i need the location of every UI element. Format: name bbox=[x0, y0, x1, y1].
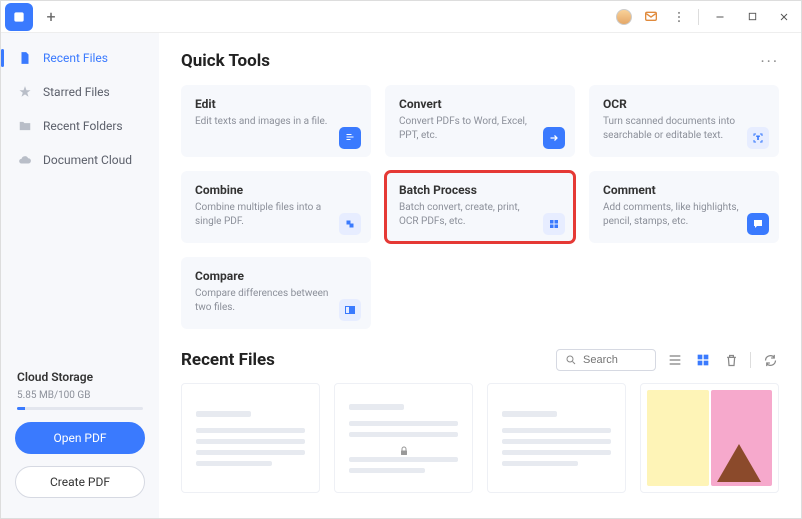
tool-title: Convert bbox=[399, 97, 561, 111]
avatar[interactable] bbox=[616, 9, 632, 25]
tool-ocr[interactable]: OCR Turn scanned documents into searchab… bbox=[589, 85, 779, 157]
svg-text:T: T bbox=[757, 136, 760, 142]
tab-strip: + bbox=[1, 1, 65, 32]
search-icon bbox=[565, 351, 577, 370]
create-pdf-button[interactable]: Create PDF bbox=[15, 466, 145, 498]
tool-title: Compare bbox=[195, 269, 357, 283]
sidebar-item-label: Recent Folders bbox=[43, 119, 123, 133]
sidebar-item-label: Recent Files bbox=[43, 51, 108, 65]
new-tab-button[interactable]: + bbox=[37, 3, 65, 31]
ocr-icon: T bbox=[747, 127, 769, 149]
titlebar-actions bbox=[616, 6, 795, 28]
recent-files-title: Recent Files bbox=[181, 350, 275, 370]
tool-title: Edit bbox=[195, 97, 357, 111]
tool-desc: Combine multiple files into a single PDF… bbox=[195, 201, 335, 228]
tool-title: Comment bbox=[603, 183, 765, 197]
comment-icon bbox=[747, 213, 769, 235]
sidebar-item-recent-folders[interactable]: Recent Folders bbox=[1, 109, 159, 143]
list-view-icon[interactable] bbox=[666, 351, 684, 369]
document-icon bbox=[17, 50, 33, 66]
tool-title: Batch Process bbox=[399, 183, 561, 197]
sidebar: Recent Files Starred Files Recent Folder… bbox=[1, 33, 159, 518]
minimize-button[interactable] bbox=[709, 6, 731, 28]
tool-desc: Edit texts and images in a file. bbox=[195, 115, 335, 129]
app-window: + Recent Files bbox=[0, 0, 802, 519]
tool-desc: Convert PDFs to Word, Excel, PPT, etc. bbox=[399, 115, 539, 142]
lock-icon bbox=[398, 442, 410, 454]
notifications-icon[interactable] bbox=[642, 8, 660, 26]
recent-files-grid bbox=[181, 383, 779, 493]
app-logo[interactable] bbox=[5, 3, 33, 31]
kebab-menu-icon[interactable] bbox=[670, 8, 688, 26]
grid-view-icon[interactable] bbox=[694, 351, 712, 369]
file-card-locked[interactable] bbox=[334, 383, 473, 493]
search-input[interactable] bbox=[583, 354, 647, 366]
sidebar-item-label: Document Cloud bbox=[43, 153, 132, 167]
close-button[interactable] bbox=[773, 6, 795, 28]
tool-desc: Batch convert, create, print, OCR PDFs, … bbox=[399, 201, 539, 228]
tool-comment[interactable]: Comment Add comments, like highlights, p… bbox=[589, 171, 779, 243]
app-body: Recent Files Starred Files Recent Folder… bbox=[1, 33, 801, 518]
cloud-icon bbox=[17, 152, 33, 168]
tool-convert[interactable]: Convert Convert PDFs to Word, Excel, PPT… bbox=[385, 85, 575, 157]
maximize-button[interactable] bbox=[741, 6, 763, 28]
tool-compare[interactable]: Compare Compare differences between two … bbox=[181, 257, 371, 329]
tool-desc: Compare differences between two files. bbox=[195, 287, 335, 314]
cloud-storage-panel: Cloud Storage 5.85 MB/100 GB bbox=[1, 370, 159, 416]
tool-desc: Add comments, like highlights, pencil, s… bbox=[603, 201, 743, 228]
titlebar: + bbox=[1, 1, 801, 33]
star-icon bbox=[17, 84, 33, 100]
refresh-icon[interactable] bbox=[761, 351, 779, 369]
tool-title: Combine bbox=[195, 183, 357, 197]
folder-icon bbox=[17, 118, 33, 134]
edit-icon bbox=[339, 127, 361, 149]
tool-desc: Turn scanned documents into searchable o… bbox=[603, 115, 743, 142]
sidebar-item-label: Starred Files bbox=[43, 85, 110, 99]
file-card[interactable] bbox=[487, 383, 626, 493]
sidebar-item-recent-files[interactable]: Recent Files bbox=[1, 41, 159, 75]
combine-icon bbox=[339, 213, 361, 235]
search-box[interactable] bbox=[556, 349, 656, 371]
convert-icon bbox=[543, 127, 565, 149]
open-pdf-button[interactable]: Open PDF bbox=[15, 422, 145, 454]
compare-icon bbox=[339, 299, 361, 321]
quick-tools-more-icon[interactable]: ··· bbox=[760, 52, 779, 71]
delete-icon[interactable] bbox=[722, 351, 740, 369]
tool-edit[interactable]: Edit Edit texts and images in a file. bbox=[181, 85, 371, 157]
storage-bar bbox=[17, 407, 143, 410]
file-card-thumbnail[interactable] bbox=[640, 383, 779, 493]
tool-batch-process[interactable]: Batch Process Batch convert, create, pri… bbox=[385, 171, 575, 243]
sidebar-item-starred-files[interactable]: Starred Files bbox=[1, 75, 159, 109]
file-card[interactable] bbox=[181, 383, 320, 493]
batch-icon bbox=[543, 213, 565, 235]
quick-tools-title: Quick Tools bbox=[181, 51, 270, 71]
quick-tools-grid: Edit Edit texts and images in a file. Co… bbox=[181, 85, 779, 329]
divider bbox=[698, 9, 699, 25]
tool-title: OCR bbox=[603, 97, 765, 111]
sidebar-item-document-cloud[interactable]: Document Cloud bbox=[1, 143, 159, 177]
recent-files-toolbar bbox=[556, 349, 779, 371]
main-content: Quick Tools ··· Edit Edit texts and imag… bbox=[159, 33, 801, 518]
tool-combine[interactable]: Combine Combine multiple files into a si… bbox=[181, 171, 371, 243]
divider bbox=[750, 352, 751, 368]
storage-usage: 5.85 MB/100 GB bbox=[17, 390, 143, 401]
storage-title: Cloud Storage bbox=[17, 370, 143, 384]
